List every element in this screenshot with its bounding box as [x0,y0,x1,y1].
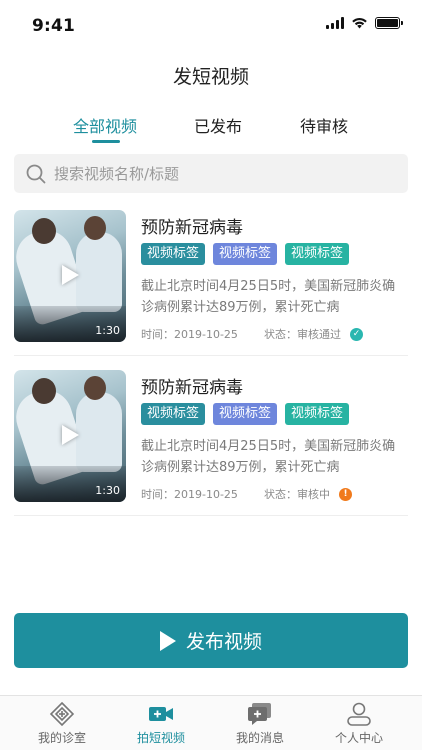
nav-item-profile[interactable]: 个人中心 [309,702,409,746]
tab-published[interactable]: 已发布 [194,113,242,137]
video-date: 时间：2019-10-25 [141,328,238,341]
video-tag: 视频标签 [141,243,206,265]
publish-video-button[interactable]: 发布视频 [14,613,408,668]
alert-circle-icon: ! [339,487,352,501]
video-tabs: 全部视频 已发布 待审核 [0,113,422,147]
nav-label: 我的消息 [235,731,284,745]
search-icon [26,164,46,183]
nav-item-my-clinic[interactable]: 我的诊室 [12,702,112,746]
video-tag: 视频标签 [213,403,278,425]
wifi-icon [352,17,367,29]
video-description: 截止北京时间4月25日5时，美国新冠肺炎确诊病例累计达89万例，累计死亡病 [141,279,396,315]
clinic-icon [49,702,75,726]
video-title: 预防新冠病毒 [141,378,243,398]
video-status-label: 状态：审核中 [264,488,330,501]
nav-item-my-messages[interactable]: 我的消息 [210,702,310,746]
video-tags: 视频标签 视频标签 视频标签 [141,243,350,265]
search-bar [14,154,408,193]
status-time: 9:41 [32,16,76,36]
play-icon [159,630,176,651]
nav-label: 拍短视频 [136,731,185,745]
video-tags: 视频标签 视频标签 视频标签 [141,403,350,425]
video-list-item[interactable]: 1:30 预防新冠病毒 视频标签 视频标签 视频标签 截止北京时间4月25日5时… [14,210,408,356]
play-icon[interactable] [62,425,79,445]
video-camera-icon [149,707,173,721]
video-tag: 视频标签 [141,403,206,425]
tab-all-videos[interactable]: 全部视频 [73,113,137,137]
video-tag: 视频标签 [213,243,278,265]
check-circle-icon: ✓ [350,327,363,341]
video-status: 状态：审核通过 ✓ [264,326,363,342]
cellular-signal-icon [326,17,344,29]
video-list-item[interactable]: 1:30 预防新冠病毒 视频标签 视频标签 视频标签 截止北京时间4月25日5时… [14,370,408,516]
battery-icon [375,17,403,29]
message-icon [248,703,271,725]
publish-video-label: 发布视频 [185,631,262,653]
page-title: 发短视频 [172,66,249,88]
video-date: 时间：2019-10-25 [141,488,238,501]
video-thumbnail[interactable]: 1:30 [14,210,126,342]
tab-pending-review[interactable]: 待审核 [300,113,348,137]
video-status: 状态：审核中 ! [264,486,352,502]
video-description: 截止北京时间4月25日5时，美国新冠肺炎确诊病例累计达89万例，累计死亡病 [141,439,396,475]
nav-label: 我的诊室 [37,731,86,745]
nav-item-shoot-video[interactable]: 拍短视频 [111,702,211,746]
video-title: 预防新冠病毒 [141,218,243,238]
video-duration: 1:30 [95,324,120,337]
nav-label: 个人中心 [334,731,383,745]
status-bar: 9:41 [0,0,422,52]
video-duration: 1:30 [95,484,120,497]
active-tab-indicator [92,140,120,143]
bottom-nav: 我的诊室 拍短视频 我的消息 个人中心 [0,695,422,750]
search-input[interactable] [54,164,384,183]
play-icon[interactable] [62,265,79,285]
video-tag: 视频标签 [285,243,350,265]
video-status-label: 状态：审核通过 [264,328,341,341]
video-thumbnail[interactable]: 1:30 [14,370,126,502]
video-tag: 视频标签 [285,403,350,425]
user-icon [347,702,371,726]
status-icons [326,17,403,29]
